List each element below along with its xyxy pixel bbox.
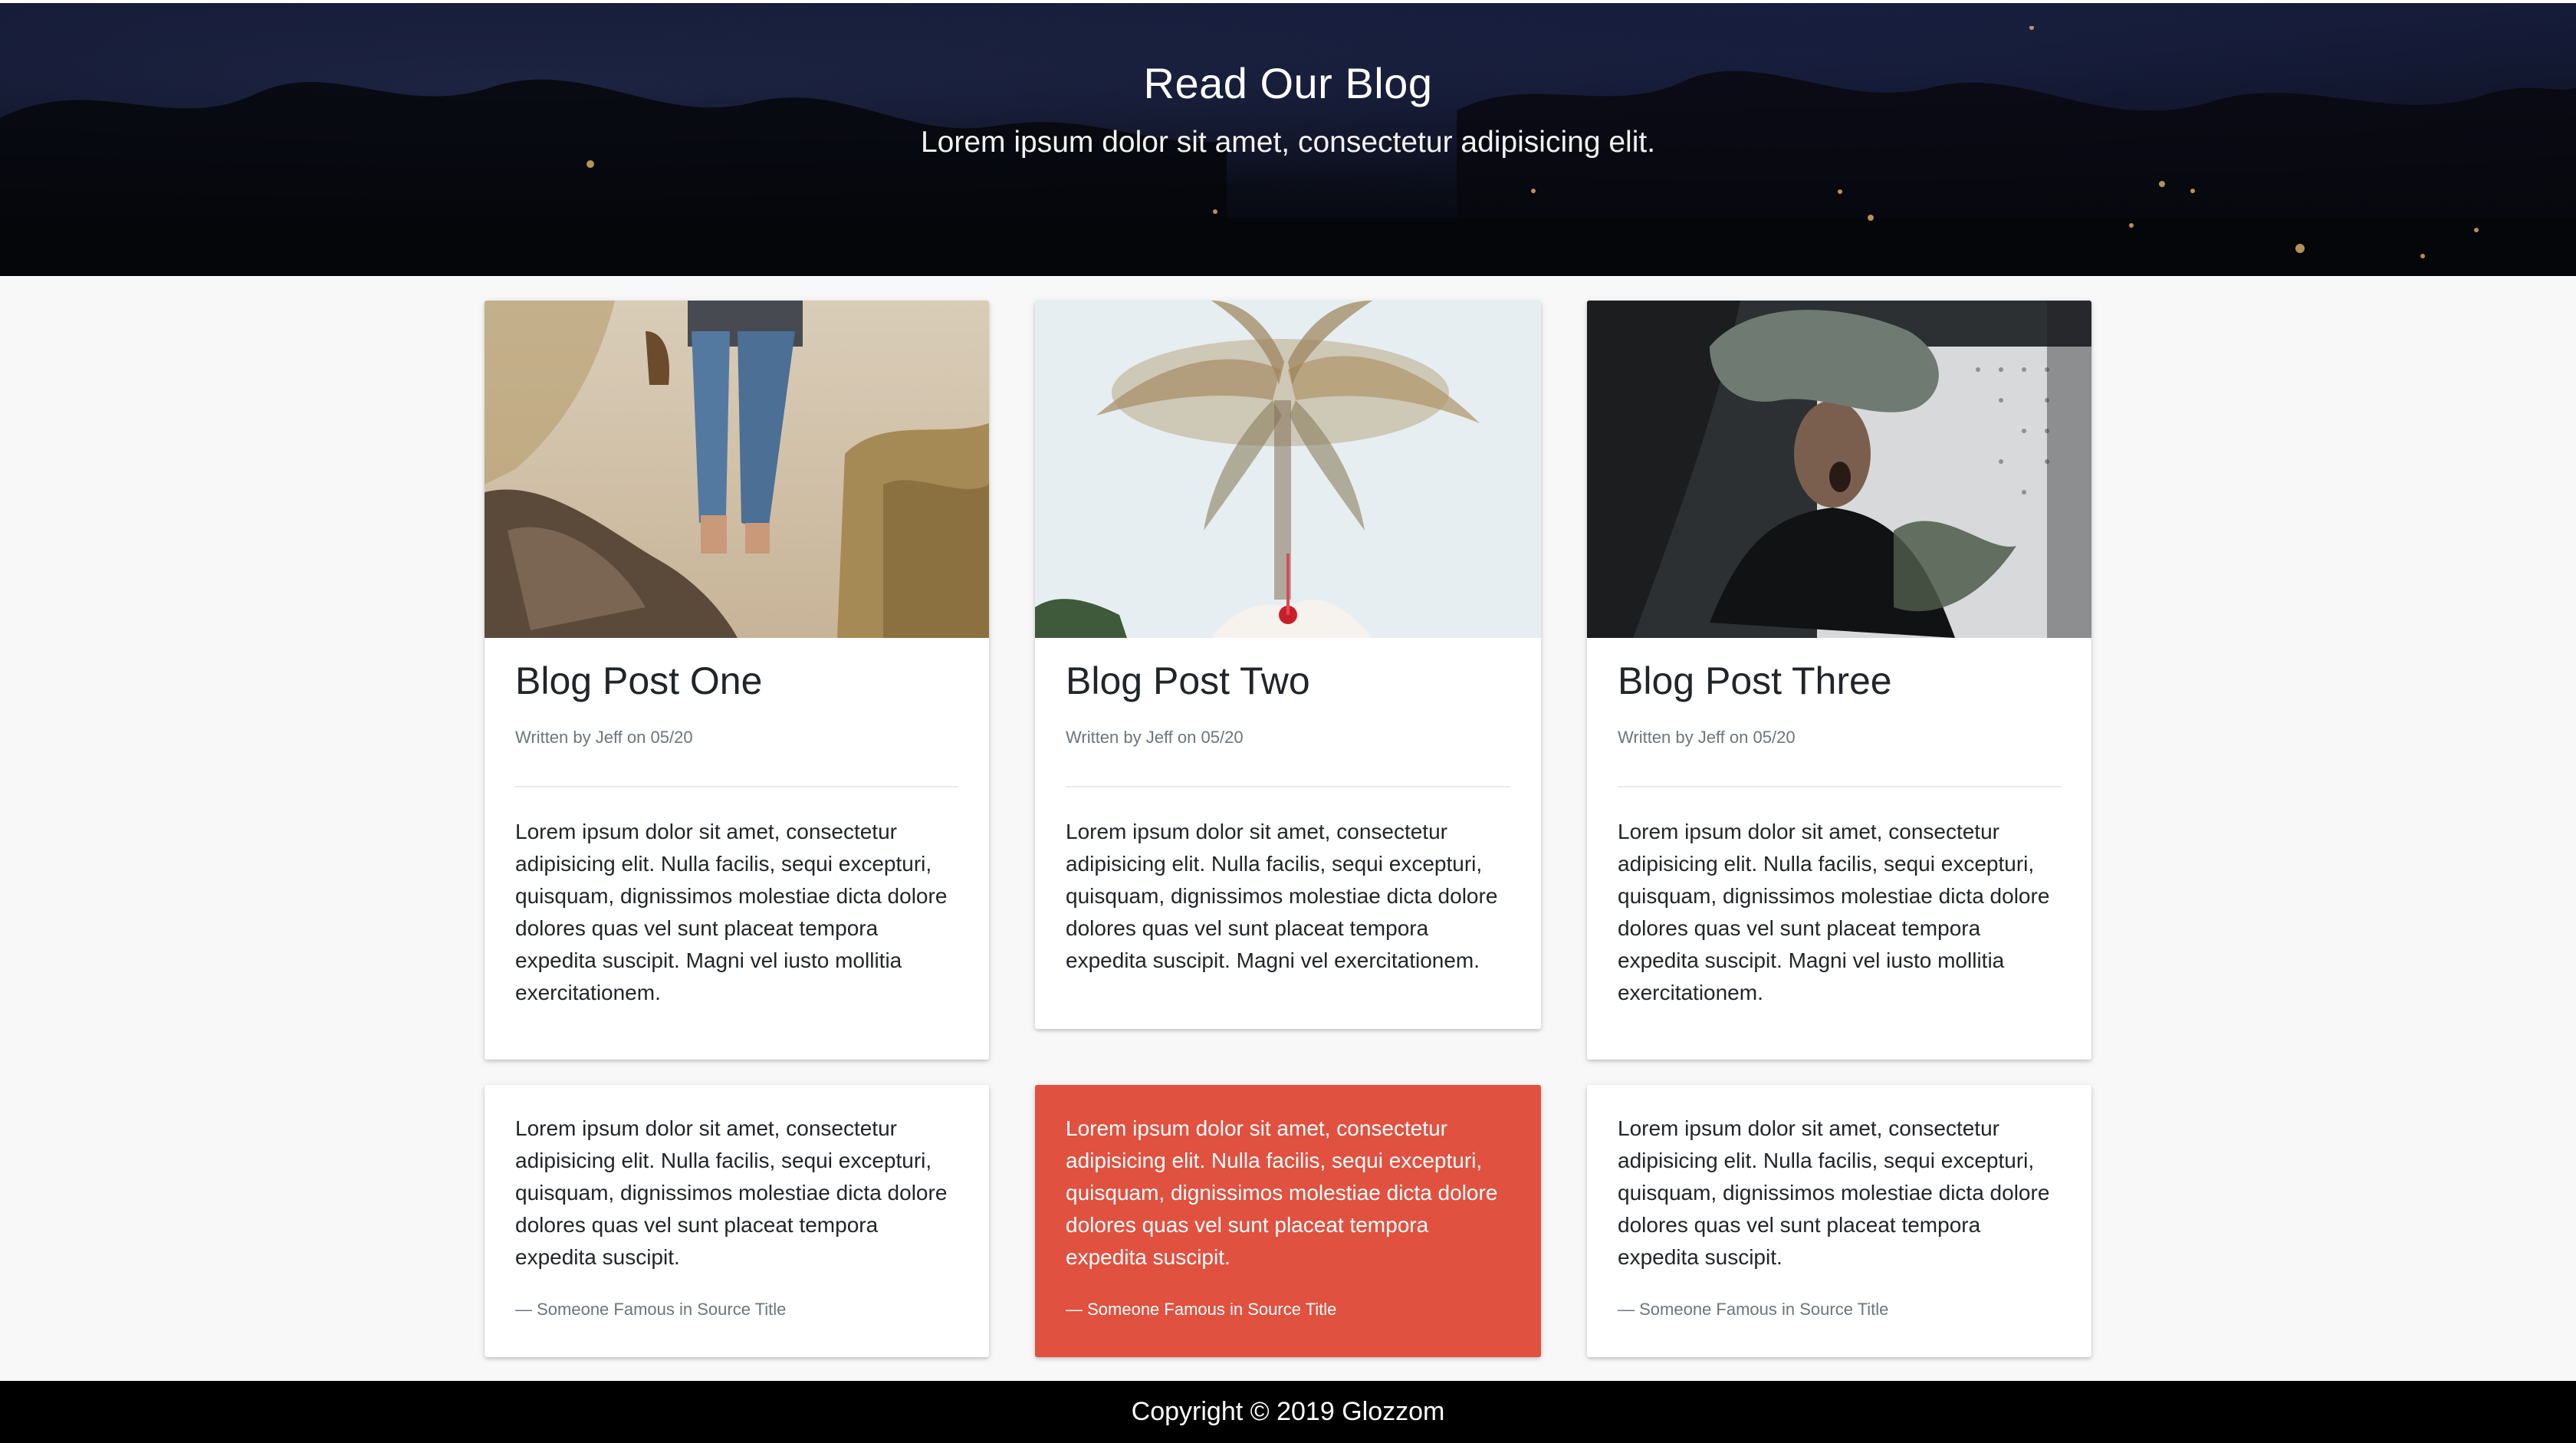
- page-title: Read Our Blog: [1143, 59, 1433, 107]
- page-subtitle: Lorem ipsum dolor sit amet, consectetur …: [920, 126, 1656, 159]
- post-title[interactable]: Blog Post Two: [1066, 659, 1310, 703]
- page-footer: Copyright © 2019 Glozzom: [0, 1381, 2576, 1443]
- quote-source: — Someone Famous in Source Title: [515, 1300, 787, 1319]
- divider: [515, 786, 958, 787]
- post-meta: Written by Jeff on 05/20: [1618, 728, 1796, 747]
- quote-card: Lorem ipsum dolor sit amet, consectetur …: [485, 1085, 989, 1357]
- divider: [1618, 786, 2061, 787]
- post-body: Lorem ipsum dolor sit amet, consectetur …: [1066, 820, 1498, 972]
- quote-text: Lorem ipsum dolor sit amet, consectetur …: [1066, 1116, 1498, 1269]
- post-body: Lorem ipsum dolor sit amet, consectetur …: [515, 820, 948, 1004]
- post-meta: Written by Jeff on 05/20: [1066, 728, 1244, 747]
- beach-walker-photo: [485, 301, 989, 638]
- palm-tree-photo: [1035, 301, 1541, 638]
- quote-source: — Someone Famous in Source Title: [1618, 1300, 1889, 1319]
- blog-post-card: Blog Post Two Written by Jeff on 05/20 L…: [1035, 301, 1541, 1029]
- quote-text: Lorem ipsum dolor sit amet, consectetur …: [515, 1116, 948, 1269]
- divider: [1066, 786, 1510, 787]
- quote-text: Lorem ipsum dolor sit amet, consectetur …: [1618, 1116, 2050, 1269]
- hero-header: Read Our Blog Lorem ipsum dolor sit amet…: [0, 0, 2576, 276]
- post-title[interactable]: Blog Post One: [515, 659, 762, 703]
- blog-post-card: Blog Post One Written by Jeff on 05/20 L…: [485, 301, 989, 1060]
- quote-source: — Someone Famous in Source Title: [1066, 1300, 1337, 1319]
- copyright-text: Copyright © 2019 Glozzom: [1131, 1397, 1445, 1426]
- quote-card-highlighted: Lorem ipsum dolor sit amet, consectetur …: [1035, 1085, 1541, 1357]
- blog-post-card: Blog Post Three Written by Jeff on 05/20…: [1587, 301, 2091, 1060]
- masked-person-photo: [1587, 301, 2091, 638]
- post-body: Lorem ipsum dolor sit amet, consectetur …: [1618, 820, 2050, 1004]
- post-meta: Written by Jeff on 05/20: [515, 728, 693, 747]
- post-title[interactable]: Blog Post Three: [1618, 659, 1892, 703]
- quote-card: Lorem ipsum dolor sit amet, consectetur …: [1587, 1085, 2091, 1357]
